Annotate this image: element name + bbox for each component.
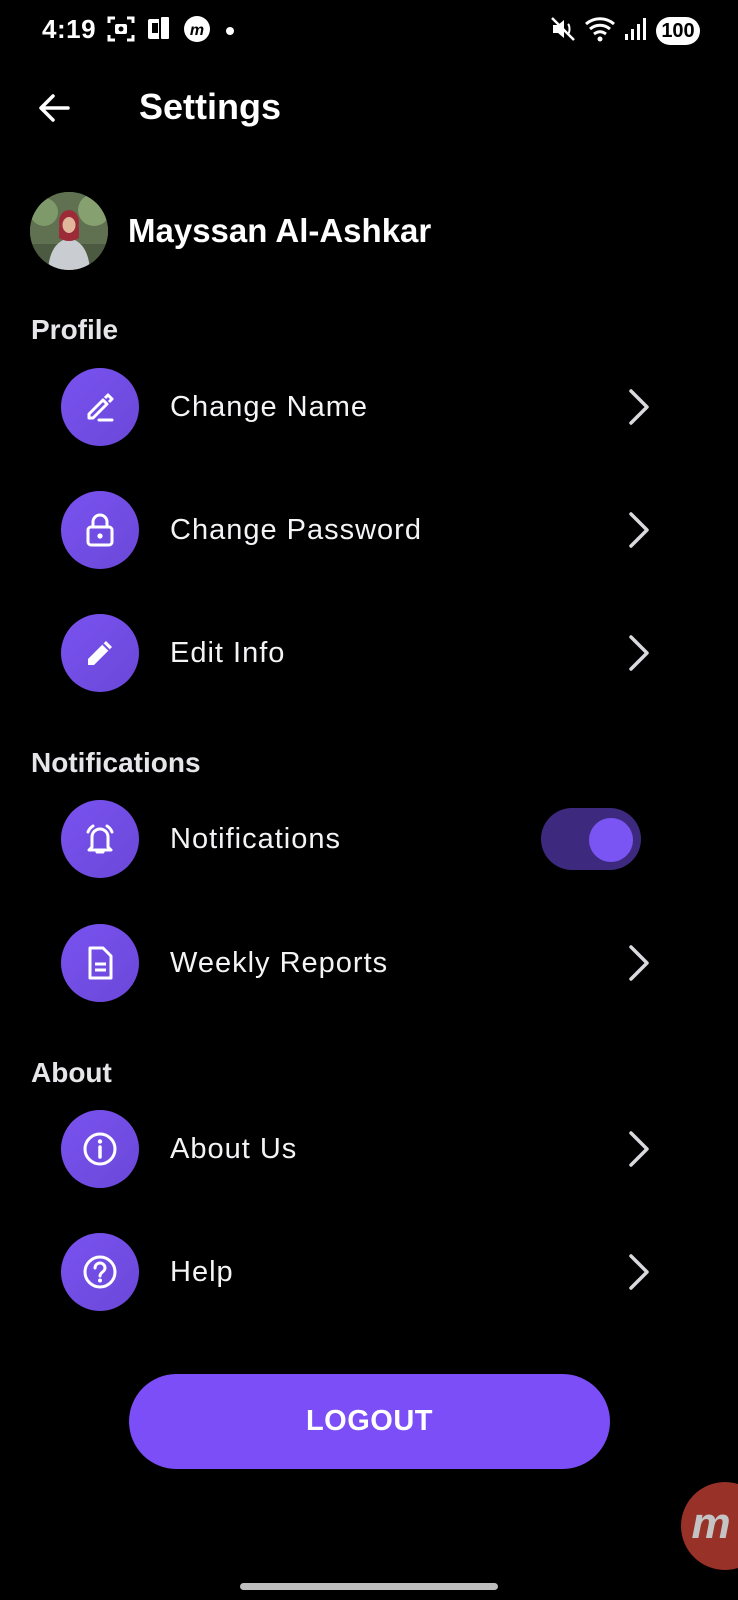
user-profile: Mayssan Al-Ashkar: [30, 192, 431, 270]
document-icon: [61, 924, 139, 1002]
settings-item-label: Change Password: [170, 513, 422, 546]
settings-item-edit-info[interactable]: Edit Info: [61, 614, 654, 692]
chevron-right-icon: [624, 387, 654, 427]
chevron-right-icon: [624, 943, 654, 983]
m-app-icon: m: [182, 14, 212, 49]
settings-item-label: Edit Info: [170, 636, 286, 669]
wifi-icon: [584, 15, 616, 48]
floating-m-logo-icon[interactable]: m: [681, 1482, 738, 1570]
notifications-toggle[interactable]: [541, 808, 641, 870]
status-right-icons: 100: [550, 14, 700, 48]
battery-indicator: 100: [656, 17, 700, 45]
chevron-right-icon: [624, 1252, 654, 1292]
section-title-notifications: Notifications: [31, 747, 201, 778]
notification-dot: [226, 27, 234, 35]
svg-text:m: m: [691, 1499, 730, 1548]
app-header: Settings: [0, 72, 738, 148]
status-time: 4:19: [42, 14, 97, 44]
home-indicator[interactable]: [240, 1583, 498, 1590]
section-title-profile: Profile: [31, 314, 119, 345]
page-title: Settings: [139, 86, 282, 127]
bell-icon: [61, 800, 139, 878]
settings-item-change-password[interactable]: Change Password: [61, 491, 654, 569]
toggle-knob: [589, 818, 633, 862]
mute-vibrate-icon: [550, 15, 576, 48]
cast-icon: [144, 14, 174, 49]
chevron-right-icon: [624, 1129, 654, 1169]
status-left-icons: m: [106, 14, 234, 48]
settings-item-label: Help: [170, 1255, 234, 1288]
settings-item-about-us[interactable]: About Us: [61, 1110, 654, 1188]
settings-item-label: About Us: [170, 1132, 298, 1165]
logout-button[interactable]: LOGOUT: [129, 1374, 610, 1469]
settings-item-help[interactable]: Help: [61, 1233, 654, 1311]
arrow-left-icon: [39, 94, 70, 122]
help-icon: [61, 1233, 139, 1311]
signal-icon: [624, 16, 648, 47]
back-button[interactable]: [28, 82, 80, 134]
settings-item-label: Change Name: [170, 390, 368, 423]
chevron-right-icon: [624, 633, 654, 673]
lock-icon: [61, 491, 139, 569]
svg-text:m: m: [190, 22, 204, 39]
chevron-right-icon: [624, 510, 654, 550]
settings-item-weekly-reports[interactable]: Weekly Reports: [61, 924, 654, 1002]
pen-icon: [61, 368, 139, 446]
pencil-icon: [61, 614, 139, 692]
section-title-about: About: [31, 1057, 112, 1088]
user-name: Mayssan Al-Ashkar: [128, 212, 432, 249]
status-bar: 4:19 m 100: [0, 0, 738, 62]
settings-item-label: Weekly Reports: [170, 946, 389, 979]
avatar: [30, 192, 108, 270]
screenshot-icon: [106, 14, 136, 49]
info-icon: [61, 1110, 139, 1188]
settings-item-change-name[interactable]: Change Name: [61, 368, 654, 446]
